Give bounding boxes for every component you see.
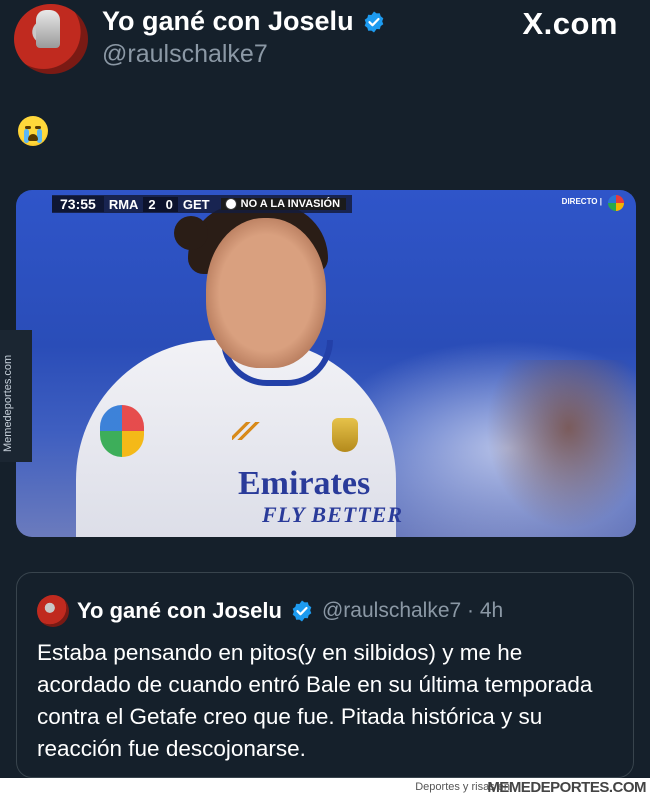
avatar[interactable] [14, 4, 88, 74]
match-clock: 73:55 [52, 196, 104, 212]
quoted-author-name[interactable]: Yo gané con Joselu [77, 598, 282, 624]
home-score: 2 [143, 196, 161, 212]
verified-badge-icon [292, 600, 312, 622]
site-logo: X.com [522, 6, 618, 41]
tweet-media-image[interactable]: Emirates FLY BETTER 73:55 RMA 2 0 GET NO… [16, 190, 636, 537]
adidas-logo-icon [232, 422, 260, 440]
scorebug-message: NO A LA INVASIÓN [220, 198, 347, 210]
away-score: 0 [160, 196, 178, 212]
football-icon [224, 198, 237, 210]
broadcaster-logo-icon [608, 195, 624, 211]
side-watermark: Memedeportes.com [0, 330, 32, 462]
shirt-sponsor-sub: FLY BETTER [262, 502, 403, 527]
club-crest-icon [332, 418, 358, 452]
quoted-avatar[interactable] [37, 595, 69, 627]
home-team: RMA [108, 196, 139, 212]
trophy-image [36, 10, 60, 48]
quoted-handle-time[interactable]: @raulschalke7 · 4h [322, 599, 503, 623]
side-watermark-text: Memedeportes.com [2, 354, 14, 452]
author-display-name[interactable]: Yo gané con Joselu [102, 6, 354, 37]
scorebug-message-text: NO A LA INVASIÓN [240, 198, 341, 210]
player-hair-bun [174, 216, 208, 250]
live-label: DIRECTO | [561, 197, 602, 206]
author-name-row[interactable]: Yo gané con Joselu [102, 6, 386, 37]
laliga-patch-icon [100, 405, 144, 457]
background-player [486, 360, 636, 530]
tweet-header: Yo gané con Joselu @raulschalke7 X.com [0, 0, 650, 90]
author-handle[interactable]: @raulschalke7 [102, 40, 268, 69]
shirt-sponsor: Emirates [238, 465, 371, 502]
tv-scorebug: 73:55 RMA 2 0 GET NO A LA INVASIÓN [52, 195, 353, 213]
quoted-tweet-card[interactable]: Yo gané con Joselu @raulschalke7 · 4h Es… [16, 572, 634, 778]
quoted-tweet-header: Yo gané con Joselu @raulschalke7 · 4h [37, 595, 503, 627]
player-face [206, 218, 326, 368]
footer-watermark: Deportes y risas en MEMEDEPORTES.COM [0, 778, 650, 797]
quoted-tweet-text: Estaba pensando en pitos(y en silbidos) … [37, 640, 593, 761]
verified-badge-icon [364, 11, 383, 32]
crying-face-emoji-icon [18, 116, 48, 146]
away-team: GET [182, 196, 210, 212]
footer-brand: MEMEDEPORTES.COM [487, 779, 646, 796]
